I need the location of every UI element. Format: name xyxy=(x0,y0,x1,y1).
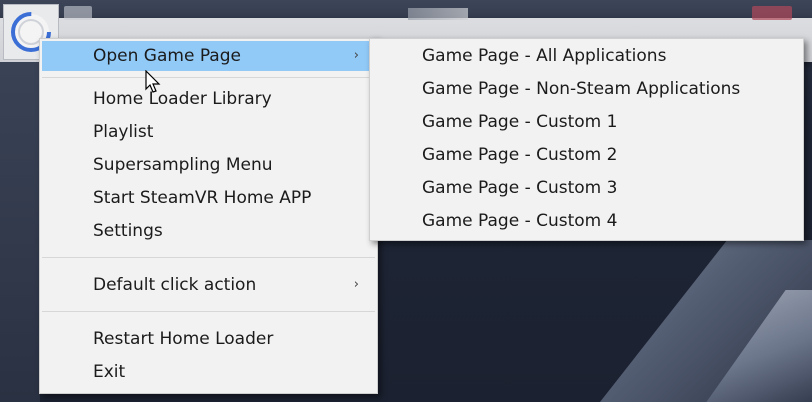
submenu-item-all-applications[interactable]: Game Page - All Applications xyxy=(372,41,801,71)
submenu-item-custom-4[interactable]: Game Page - Custom 4 xyxy=(372,206,801,236)
context-menu: Open Game Page › Home Loader Library Pla… xyxy=(39,38,378,394)
menu-item-open-game-page[interactable]: Open Game Page › xyxy=(42,41,375,71)
submenu-item-label: Game Page - Non-Steam Applications xyxy=(422,79,741,99)
menu-item-restart-home-loader[interactable]: Restart Home Loader xyxy=(42,324,375,354)
menu-item-label: Exit xyxy=(93,362,126,382)
menu-item-home-loader-library[interactable]: Home Loader Library xyxy=(42,84,375,114)
submenu-item-custom-3[interactable]: Game Page - Custom 3 xyxy=(372,173,801,203)
submenu-item-non-steam-applications[interactable]: Game Page - Non-Steam Applications xyxy=(372,74,801,104)
menu-item-default-click-action[interactable]: Default click action › xyxy=(42,270,375,300)
chevron-right-icon: › xyxy=(353,48,359,63)
desktop-icon[interactable] xyxy=(752,6,792,20)
menu-item-label: Start SteamVR Home APP xyxy=(93,188,312,208)
desktop-background-left xyxy=(0,62,40,402)
submenu-item-custom-1[interactable]: Game Page - Custom 1 xyxy=(372,107,801,137)
submenu-item-label: Game Page - Custom 2 xyxy=(422,145,618,165)
submenu-item-label: Game Page - Custom 4 xyxy=(422,211,618,231)
desktop-icon[interactable] xyxy=(408,8,468,20)
menu-item-label: Settings xyxy=(93,221,163,241)
desktop-icon[interactable] xyxy=(64,6,92,20)
submenu-item-label: Game Page - Custom 3 xyxy=(422,178,618,198)
menu-separator xyxy=(42,257,375,258)
menu-item-label: Playlist xyxy=(93,122,154,142)
mouse-pointer-icon xyxy=(145,69,161,98)
menu-item-start-steamvr-home[interactable]: Start SteamVR Home APP xyxy=(42,183,375,213)
submenu-item-label: Game Page - Custom 1 xyxy=(422,112,618,132)
menu-item-label: Open Game Page xyxy=(93,46,241,66)
menu-separator xyxy=(42,311,375,312)
menu-item-settings[interactable]: Settings xyxy=(42,216,375,246)
menu-item-exit[interactable]: Exit xyxy=(42,357,375,387)
menu-separator xyxy=(42,77,375,78)
menu-item-label: Restart Home Loader xyxy=(93,329,274,349)
menu-item-playlist[interactable]: Playlist xyxy=(42,117,375,147)
chevron-right-icon: › xyxy=(353,277,359,292)
submenu-item-custom-2[interactable]: Game Page - Custom 2 xyxy=(372,140,801,170)
desktop-top-bar xyxy=(0,0,812,20)
menu-item-label: Default click action xyxy=(93,275,257,295)
menu-item-supersampling-menu[interactable]: Supersampling Menu xyxy=(42,150,375,180)
game-page-submenu: Game Page - All Applications Game Page -… xyxy=(369,38,804,241)
submenu-item-label: Game Page - All Applications xyxy=(422,46,667,66)
menu-item-label: Home Loader Library xyxy=(93,89,272,109)
menu-item-label: Supersampling Menu xyxy=(93,155,273,175)
